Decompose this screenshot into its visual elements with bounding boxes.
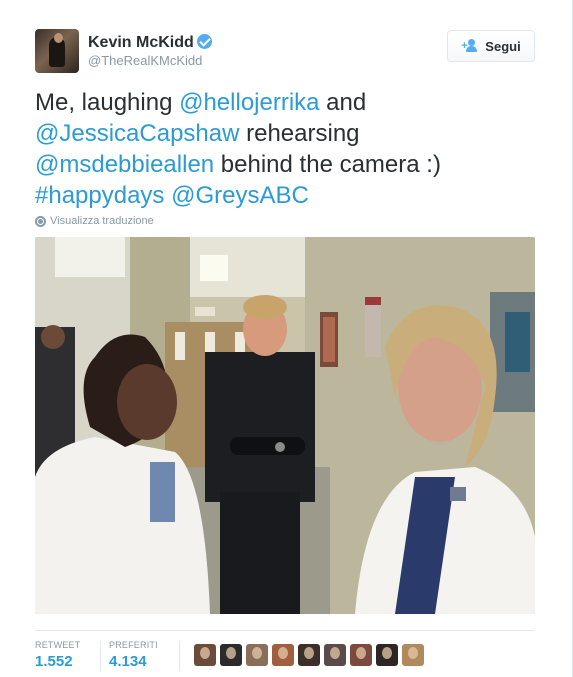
favoriter-avatar[interactable] — [298, 644, 320, 666]
favoriter-avatar[interactable] — [272, 644, 294, 666]
verified-badge-icon — [196, 34, 212, 49]
favoriter-avatar[interactable] — [350, 644, 372, 666]
retweets-count: 1.552 — [35, 653, 73, 670]
tweet-header: Kevin McKidd @TheRealKMcKidd + Segui — [35, 29, 535, 74]
tweet-card: Kevin McKidd @TheRealKMcKidd + Segui Me,… — [0, 0, 573, 677]
screen-name[interactable]: @TheRealKMcKidd — [88, 53, 212, 69]
stats-divider — [100, 641, 101, 671]
tweet-photo[interactable] — [35, 237, 535, 614]
mention-link[interactable]: @JessicaCapshaw — [35, 120, 239, 147]
tweet-text-segment: rehearsing — [239, 120, 360, 147]
retweets-label: RETWEET — [35, 640, 81, 650]
favoriter-avatar[interactable] — [402, 644, 424, 666]
hospital-hallway-photo — [35, 237, 535, 614]
display-name[interactable]: Kevin McKidd — [88, 34, 194, 52]
favoriter-avatar[interactable] — [246, 644, 268, 666]
favorites-count: 4.134 — [109, 653, 147, 670]
retweets-stat[interactable]: RETWEET 1.552 — [35, 640, 80, 671]
favorites-stat[interactable]: PREFERITI 4.134 — [109, 640, 158, 671]
tweet-text-segment: and — [319, 89, 367, 116]
profile-avatar[interactable] — [35, 29, 79, 73]
favoriter-avatar[interactable] — [220, 644, 242, 666]
favoriter-avatar[interactable] — [324, 644, 346, 666]
favorites-label: PREFERITI — [109, 640, 158, 650]
tweet-text-segment: Me, laughing — [35, 89, 180, 116]
mention-link[interactable]: @msdebbieallen — [35, 151, 214, 178]
tweet-stats: RETWEET 1.552 PREFERITI 4.134 — [35, 630, 535, 677]
follow-person-plus-icon: + — [461, 39, 479, 53]
favoriter-avatar[interactable] — [194, 644, 216, 666]
follow-button-label: Segui — [485, 38, 521, 54]
stats-divider — [179, 641, 180, 671]
favoriters-avatars — [194, 644, 428, 666]
globe-icon — [35, 215, 46, 227]
tweet-text: Me, laughing @hellojerrika and @JessicaC… — [35, 87, 535, 211]
user-names: Kevin McKidd @TheRealKMcKidd — [88, 34, 212, 69]
favoriter-avatar[interactable] — [376, 644, 398, 666]
follow-button[interactable]: + Segui — [447, 30, 535, 62]
mention-link[interactable]: @GreysABC — [171, 182, 309, 209]
mention-link[interactable]: @hellojerrika — [179, 89, 319, 116]
translate-label: Visualizza traduzione — [50, 215, 154, 227]
hashtag-link[interactable]: #happydays — [35, 182, 164, 209]
translate-link[interactable]: Visualizza traduzione — [35, 215, 154, 227]
tweet-text-segment: behind the camera :) — [214, 151, 441, 178]
